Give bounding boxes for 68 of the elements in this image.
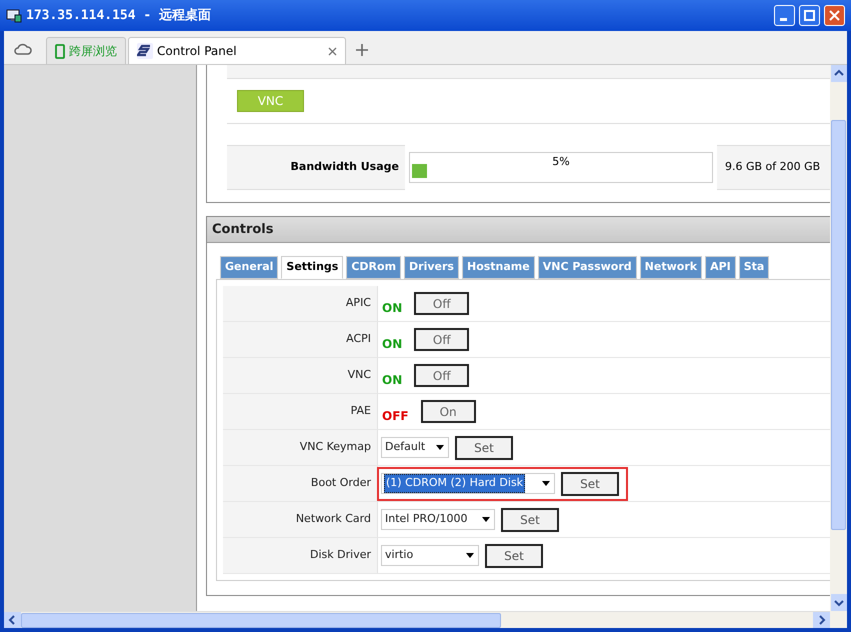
browser-tab[interactable]: 跨屏浏览 [46, 37, 126, 64]
toggle-button[interactable]: On [420, 400, 476, 423]
settings-tab[interactable]: API [705, 256, 736, 279]
tab-label: Control Panel [157, 43, 237, 60]
site-logo-icon [137, 43, 153, 59]
selected-option: Intel PRO/1000 [384, 511, 468, 528]
settings-tab[interactable]: CDRom [346, 256, 402, 279]
close-icon [829, 10, 840, 21]
setting-label: ACPI [223, 322, 378, 357]
close-icon[interactable] [328, 46, 337, 56]
settings-tab[interactable]: VNC Password [538, 256, 637, 279]
scrollbar-thumb[interactable] [21, 612, 501, 628]
status-text: OFF [382, 408, 409, 424]
setting-label: VNC Keymap [223, 430, 378, 465]
phone-icon [55, 44, 65, 58]
scrollbar-thumb[interactable] [831, 120, 846, 530]
toggle-button[interactable]: Off [414, 292, 470, 315]
setting-label: Disk Driver [223, 538, 378, 573]
close-button[interactable] [824, 5, 845, 26]
tab-label: 跨屏浏览 [69, 43, 117, 60]
dropdown-field[interactable]: Default [381, 437, 449, 458]
minimize-icon [780, 18, 786, 21]
status-text: ON [382, 300, 402, 316]
selected-option: Default [384, 439, 426, 456]
settings-tab[interactable]: Sta [738, 256, 770, 279]
set-button[interactable]: Set [501, 508, 559, 532]
setting-label: Network Card [223, 502, 378, 537]
window-title: 173.35.114.154 - 远程桌面 [26, 6, 212, 25]
status-text: ON [382, 372, 402, 388]
setting-label: Boot Order [223, 466, 378, 501]
new-tab-icon[interactable] [356, 44, 368, 56]
settings-tab[interactable]: General [220, 256, 278, 279]
scroll-down-icon[interactable] [830, 594, 846, 611]
caret-icon [482, 517, 490, 522]
caret-icon [466, 553, 474, 558]
caret-icon [436, 445, 444, 450]
settings-tab[interactable]: Hostname [462, 256, 535, 279]
progress-percent: 5% [551, 154, 571, 170]
caret-icon [542, 481, 550, 486]
cloud-icon [14, 43, 32, 55]
dropdown-field[interactable]: Intel PRO/1000 [381, 509, 495, 530]
setting-label: PAE [223, 394, 378, 429]
setting-label: APIC [223, 286, 378, 321]
settings-tab[interactable]: Settings [281, 256, 344, 279]
selected-option: (1) CDROM (2) Hard Disk [384, 474, 526, 493]
dropdown-field[interactable]: virtio [381, 545, 479, 566]
set-button[interactable]: Set [455, 436, 513, 460]
scroll-left-icon[interactable] [4, 612, 21, 628]
scroll-right-icon[interactable] [813, 612, 830, 628]
set-button[interactable]: Set [561, 472, 619, 496]
browser-tab[interactable]: Control Panel [128, 37, 346, 64]
bandwidth-label: Bandwidth Usage [290, 159, 400, 176]
settings-tab[interactable]: Drivers [404, 256, 459, 279]
maximize-button[interactable] [799, 5, 820, 26]
scroll-up-icon[interactable] [830, 65, 846, 82]
status-text: ON [382, 336, 402, 352]
toggle-button[interactable]: Off [414, 364, 470, 387]
dropdown-field[interactable]: (1) CDROM (2) Hard Disk [381, 473, 555, 494]
selected-option: virtio [384, 547, 414, 564]
minimize-button[interactable] [774, 5, 795, 26]
bandwidth-reading: 9.6 GB of 200 GB [724, 159, 820, 176]
toggle-button[interactable]: Off [414, 328, 470, 351]
maximize-icon [804, 10, 815, 21]
panel-header: Controls [207, 217, 830, 243]
setting-label: VNC [223, 358, 378, 393]
set-button[interactable]: Set [485, 544, 543, 568]
settings-tab[interactable]: Network [640, 256, 702, 279]
remote-desktop-icon [6, 8, 22, 22]
